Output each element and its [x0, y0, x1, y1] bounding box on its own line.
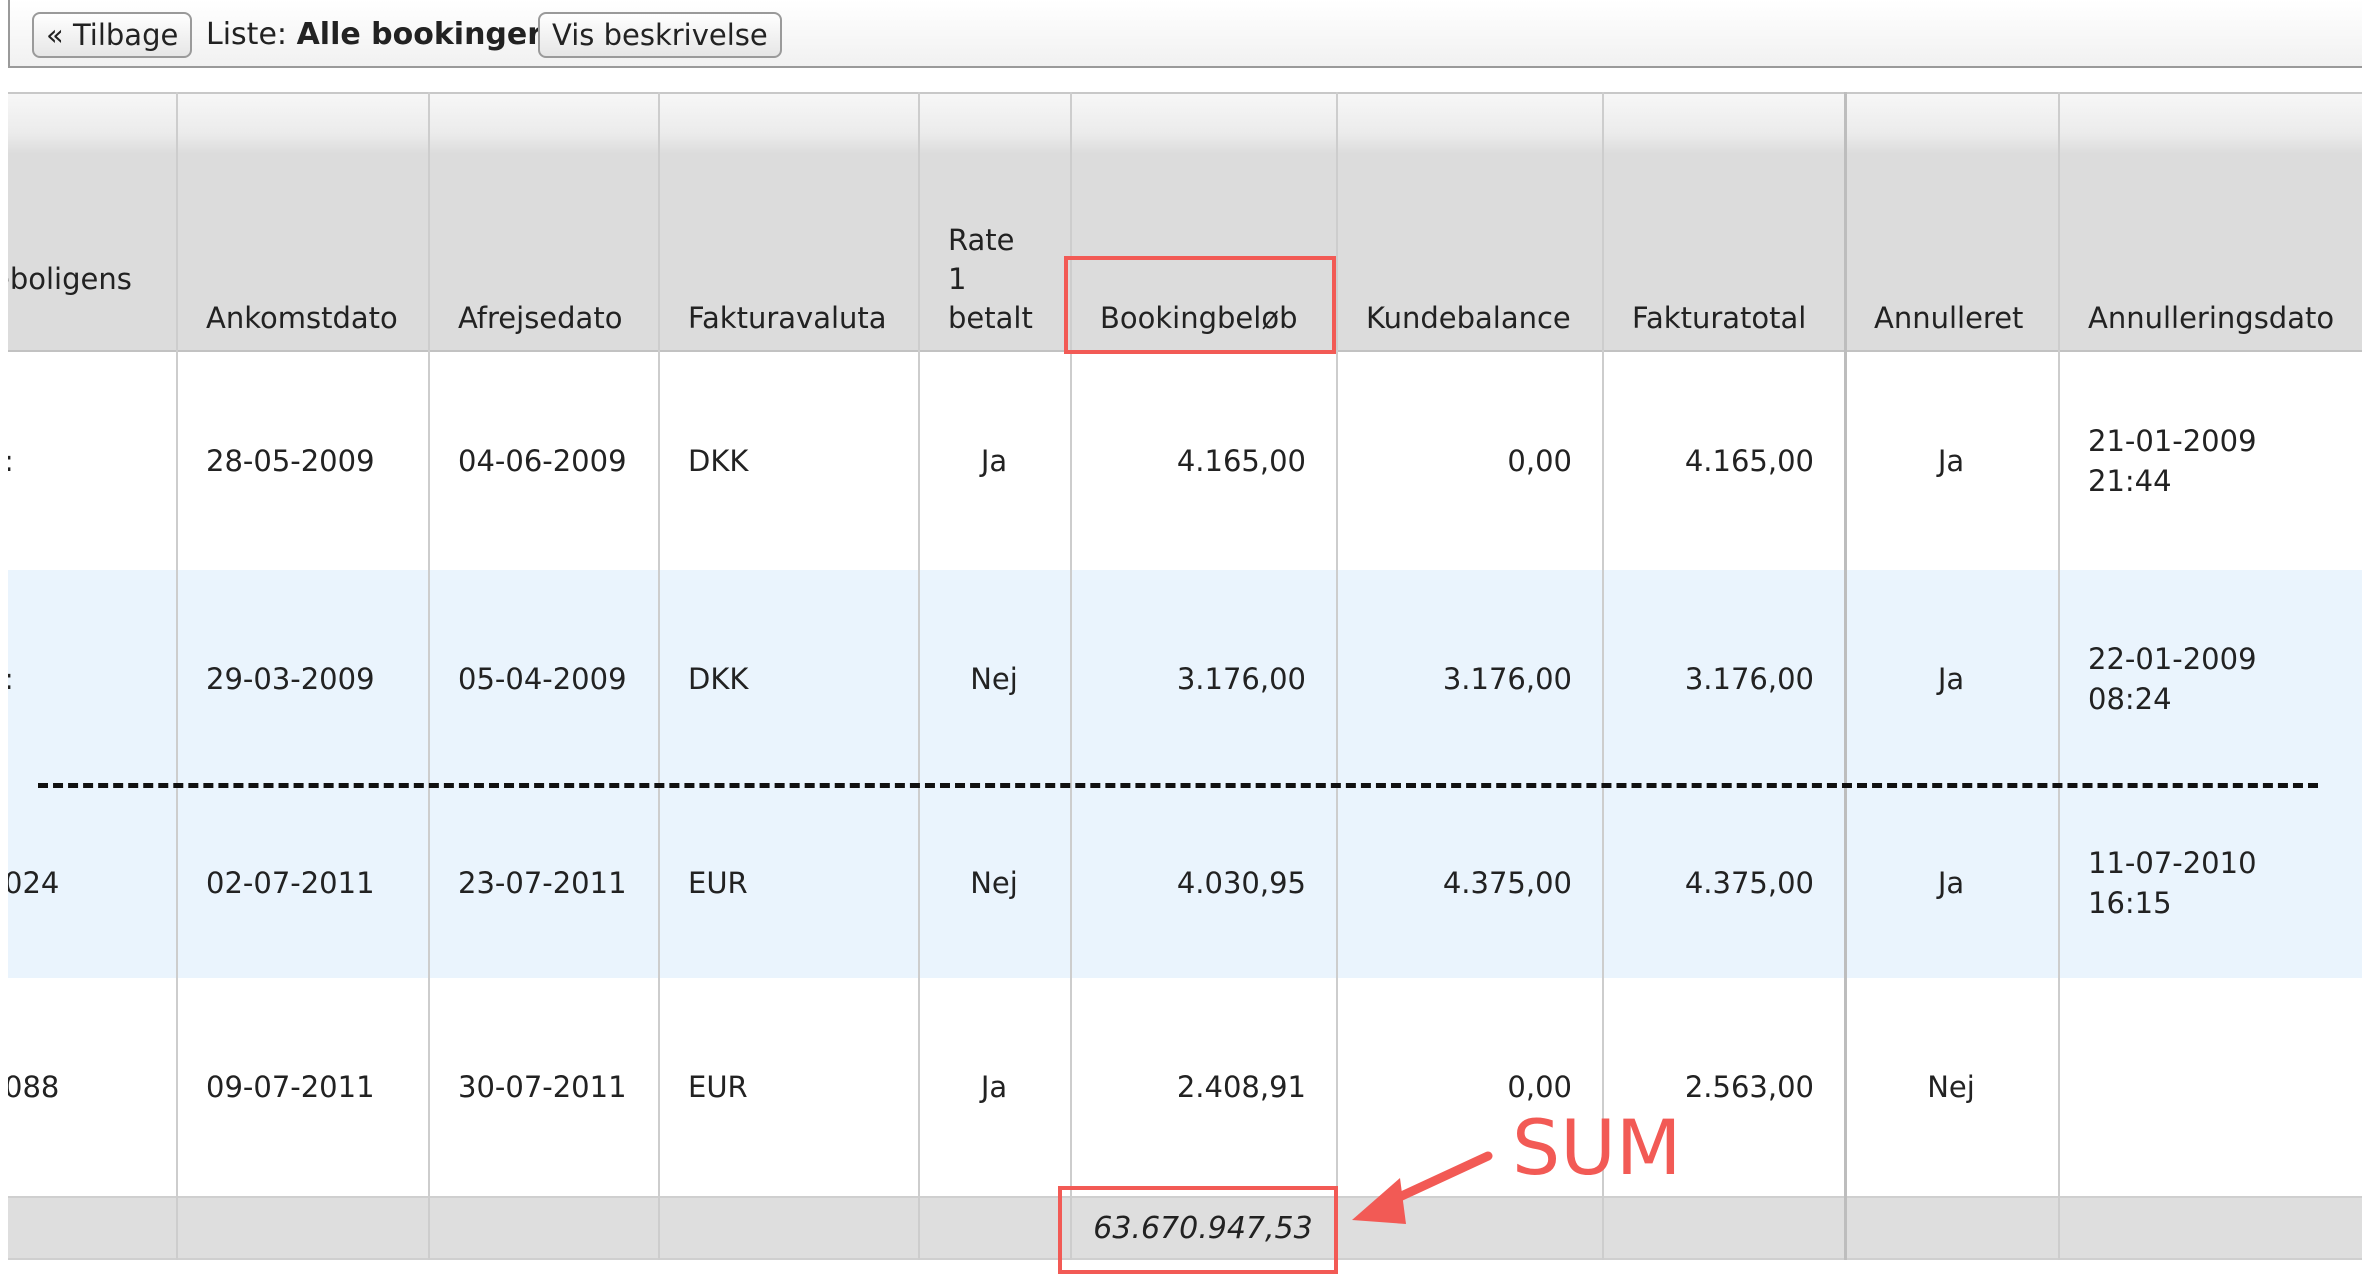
col-header-currency[interactable]: Fakturavaluta — [658, 94, 918, 350]
cell-currency: EUR — [688, 866, 748, 900]
column-divider — [1844, 92, 1847, 1260]
cell-invoice-total: 4.165,00 — [1684, 444, 1814, 478]
col-header-rate-paid[interactable]: Rate 1 betalt — [918, 94, 1070, 350]
cell-booking-amount: 3.176,00 — [1176, 662, 1306, 696]
cell-currency: EUR — [688, 1070, 748, 1104]
cell-ref: 024 — [8, 866, 60, 900]
highlight-total-sum — [1058, 1186, 1338, 1274]
column-divider — [918, 92, 920, 1260]
cell-rate-paid: Nej — [970, 866, 1018, 900]
cell-currency: DKK — [688, 444, 749, 478]
list-name: Alle bookinger — [296, 17, 543, 52]
cell-cancel-date: 22-01-2009 08:24 — [2088, 642, 2257, 716]
cell-cancelled: Ja — [1937, 662, 1965, 696]
column-divider — [2058, 92, 2060, 1260]
col-header-invoice-total[interactable]: Fakturatotal — [1602, 94, 1844, 350]
cell-booking-amount: 2.408,91 — [1176, 1070, 1306, 1104]
cell-balance: 3.176,00 — [1442, 662, 1572, 696]
cell-arrival: 28-05-2009 — [206, 444, 375, 478]
table-row[interactable]: : 28-05-2009 04-06-2009 DKK Ja 4.165,00 … — [8, 352, 2362, 570]
cell-cancelled: Ja — [1937, 444, 1965, 478]
show-description-button[interactable]: Vis beskrivelse — [538, 12, 782, 58]
col-header-arrival[interactable]: Ankomstdato — [176, 94, 428, 350]
cell-cancelled: Ja — [1937, 866, 1965, 900]
cell-ref: : — [8, 352, 176, 570]
cell-arrival: 29-03-2009 — [206, 662, 375, 696]
cell-departure: 04-06-2009 — [458, 444, 627, 478]
cell-ref: : — [8, 570, 176, 788]
col-header-departure[interactable]: Afrejsedato — [428, 94, 658, 350]
column-divider — [1602, 92, 1604, 1260]
cell-invoice-total: 3.176,00 — [1684, 662, 1814, 696]
cell-balance: 4.375,00 — [1442, 866, 1572, 900]
cell-invoice-total: 4.375,00 — [1684, 866, 1814, 900]
list-prefix: Liste: — [206, 17, 288, 52]
cell-departure: 23-07-2011 — [458, 866, 627, 900]
cell-cancelled: Nej — [1927, 1070, 1975, 1104]
col-header-cancel-date[interactable]: Annulleringsdato — [2058, 94, 2362, 350]
cell-booking-amount: 4.165,00 — [1176, 444, 1306, 478]
cell-departure: 05-04-2009 — [458, 662, 627, 696]
cell-arrival: 09-07-2011 — [206, 1070, 375, 1104]
column-divider — [176, 92, 178, 1260]
back-button[interactable]: « Tilbage — [32, 12, 193, 58]
cell-booking-amount: 4.030,95 — [1176, 866, 1306, 900]
col-header-balance[interactable]: Kundebalance — [1336, 94, 1602, 350]
cell-ref: 088 — [8, 1070, 60, 1104]
highlight-booking-amount-header — [1064, 256, 1336, 354]
table-row[interactable]: 024 02-07-2011 23-07-2011 EUR Nej 4.030,… — [8, 788, 2362, 978]
column-divider — [658, 92, 660, 1260]
arrow-icon — [1352, 1151, 1493, 1224]
table-row[interactable]: 088 09-07-2011 30-07-2011 EUR Ja 2.408,9… — [8, 978, 2362, 1196]
toolbar: « Tilbage Liste: Alle bookinger Vis besk… — [8, 0, 2362, 68]
column-divider — [1336, 92, 1338, 1260]
col-header-cancelled[interactable]: Annulleret — [1844, 94, 2058, 350]
list-title: Liste: Alle bookinger — [206, 12, 542, 58]
cell-arrival: 02-07-2011 — [206, 866, 375, 900]
cell-rate-paid: Ja — [980, 444, 1008, 478]
cell-cancel-date — [2058, 978, 2362, 1196]
column-divider — [428, 92, 430, 1260]
cell-cancel-date: 21-01-2009 21:44 — [2088, 424, 2257, 498]
cell-currency: DKK — [688, 662, 749, 696]
col-header-0[interactable]: eboligens n — [8, 94, 176, 350]
cell-cancel-date: 11-07-2010 16:15 — [2088, 846, 2257, 920]
cell-rate-paid: Ja — [980, 1070, 1008, 1104]
dashed-separator — [38, 783, 2318, 788]
cell-balance: 0,00 — [1507, 444, 1572, 478]
cell-departure: 30-07-2011 — [458, 1070, 627, 1104]
table-row[interactable]: : 29-03-2009 05-04-2009 DKK Nej 3.176,00… — [8, 570, 2362, 788]
sum-annotation-label: SUM — [1512, 1103, 1682, 1192]
cell-rate-paid: Nej — [970, 662, 1018, 696]
